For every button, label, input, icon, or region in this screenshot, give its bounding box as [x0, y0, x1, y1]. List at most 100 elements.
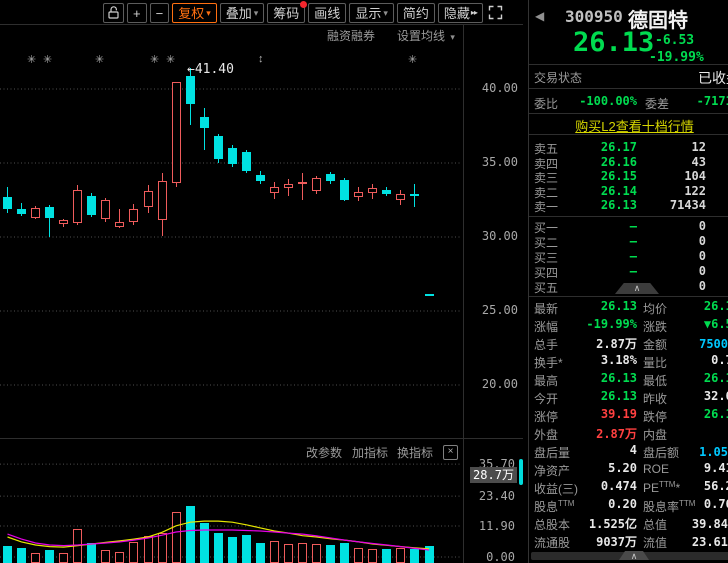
volume-axis-tick: 11.90	[478, 519, 515, 534]
volume-bar	[382, 549, 392, 563]
stat-value: 32.66	[703, 389, 728, 403]
candle	[255, 174, 265, 181]
divider	[529, 216, 728, 217]
candle	[59, 219, 69, 225]
candle	[382, 189, 392, 195]
candle	[143, 191, 153, 207]
candle	[115, 221, 125, 227]
divider	[529, 296, 728, 297]
stat-value: 26.13	[703, 371, 728, 385]
volume-bar	[143, 535, 153, 563]
ask-label: 卖一	[534, 200, 559, 214]
stat-value: 26.13	[600, 389, 637, 403]
back-arrow-icon[interactable]: ◀	[535, 9, 544, 23]
ask-qty: 43	[691, 154, 706, 169]
stat-label: 涨幅	[534, 320, 559, 334]
stat-value: 39.19	[600, 407, 637, 421]
stock-app-window: + − 复权 ▾ 叠加 ▾ 筹码 画线 显示 ▾ 简约 隐藏 ▸▸ 融资融券 设…	[0, 0, 728, 563]
candle	[241, 151, 251, 172]
bid-qty: 0	[698, 264, 706, 278]
stat-value: 0.20	[608, 497, 637, 511]
volume-bar	[241, 534, 251, 563]
axis-divider	[463, 24, 464, 563]
stat-value: 56.24	[703, 479, 728, 493]
candle	[31, 207, 41, 218]
volume-bar	[59, 553, 69, 563]
candle	[326, 174, 336, 182]
stat-value: 39.84亿	[691, 517, 728, 531]
candle	[340, 180, 350, 200]
price-axis-tick: 25.00	[481, 303, 518, 317]
trade-status-value: 已收盘	[698, 70, 728, 86]
stat-label: 涨停	[534, 410, 559, 424]
volume-bar	[354, 547, 364, 563]
candle	[171, 82, 181, 184]
stat-label: 总手	[534, 338, 559, 352]
trade-status-label: 交易状态	[534, 71, 583, 85]
volume-axis-tick: 23.40	[478, 489, 515, 504]
volume-bar	[115, 552, 125, 563]
volume-bar	[3, 545, 12, 563]
bid-qty: 0	[698, 249, 706, 263]
candle	[45, 207, 55, 219]
stat-value: 0	[659, 425, 728, 439]
volume-bar	[368, 549, 378, 563]
volume-bar	[129, 541, 139, 563]
candle	[424, 294, 434, 297]
candle	[101, 200, 111, 220]
volume-bar	[410, 548, 420, 563]
bid-label: 买五	[534, 281, 559, 295]
candle-wick	[302, 173, 304, 200]
price-axis-tick: 20.00	[481, 377, 518, 391]
weibi-label: 委比	[534, 97, 559, 111]
stat-value: 26.13	[703, 407, 728, 421]
candle	[312, 177, 322, 192]
price-axis-tick: 35.00	[481, 155, 518, 169]
volume-axis-tick: 0.00	[486, 550, 515, 563]
candle	[129, 208, 139, 223]
candlestick-chart[interactable]	[0, 0, 463, 563]
volume-bar	[340, 542, 350, 563]
stat-value: 23.61亿	[691, 535, 728, 549]
scrollbar-thumb[interactable]	[519, 459, 523, 485]
l2-quote-link[interactable]: 购买L2查看十档行情	[529, 116, 728, 135]
stat-value: 26.13	[600, 371, 637, 385]
volume-bar	[326, 545, 336, 563]
stat-label: 今开	[534, 392, 559, 406]
candle	[396, 194, 406, 200]
stat-value: 26.13	[703, 299, 728, 313]
stat-value: -19.99%	[586, 317, 637, 331]
stat-label: 最高	[534, 374, 559, 388]
volume-bar	[157, 533, 167, 563]
stat-value: 0.474	[600, 479, 637, 493]
volume-bar	[227, 536, 237, 563]
weibi-value: -100.00%	[579, 94, 637, 108]
volume-value-badge: 28.7万	[470, 467, 517, 483]
volume-bar	[298, 542, 308, 563]
candle	[368, 188, 378, 194]
ask-price: 26.13	[600, 198, 637, 212]
weicha-value: -71715	[696, 94, 728, 108]
stat-value: 1.525亿	[588, 517, 637, 531]
ask-price: 26.16	[600, 154, 637, 169]
volume-bar	[424, 546, 434, 563]
price-change-pct: -19.99%	[649, 50, 704, 65]
candle	[269, 186, 279, 194]
price-axis-tick: 30.00	[481, 229, 518, 243]
volume-bar	[312, 544, 322, 563]
ask-qty: 12	[691, 140, 706, 154]
ask-price: 26.15	[600, 169, 637, 183]
volume-bar	[17, 547, 27, 563]
volume-bar	[284, 544, 293, 563]
fullscreen-button[interactable]	[485, 3, 505, 23]
stat-label: 外盘	[534, 428, 559, 442]
volume-bar	[87, 542, 97, 563]
candle	[199, 117, 209, 129]
candle	[354, 191, 364, 197]
candle	[157, 180, 167, 220]
candle	[87, 196, 97, 215]
candle	[17, 208, 27, 215]
stat-value: 0.76%	[703, 497, 728, 511]
bid-price: —	[629, 249, 637, 263]
double-arrow-right-icon: ▸▸	[470, 8, 478, 17]
